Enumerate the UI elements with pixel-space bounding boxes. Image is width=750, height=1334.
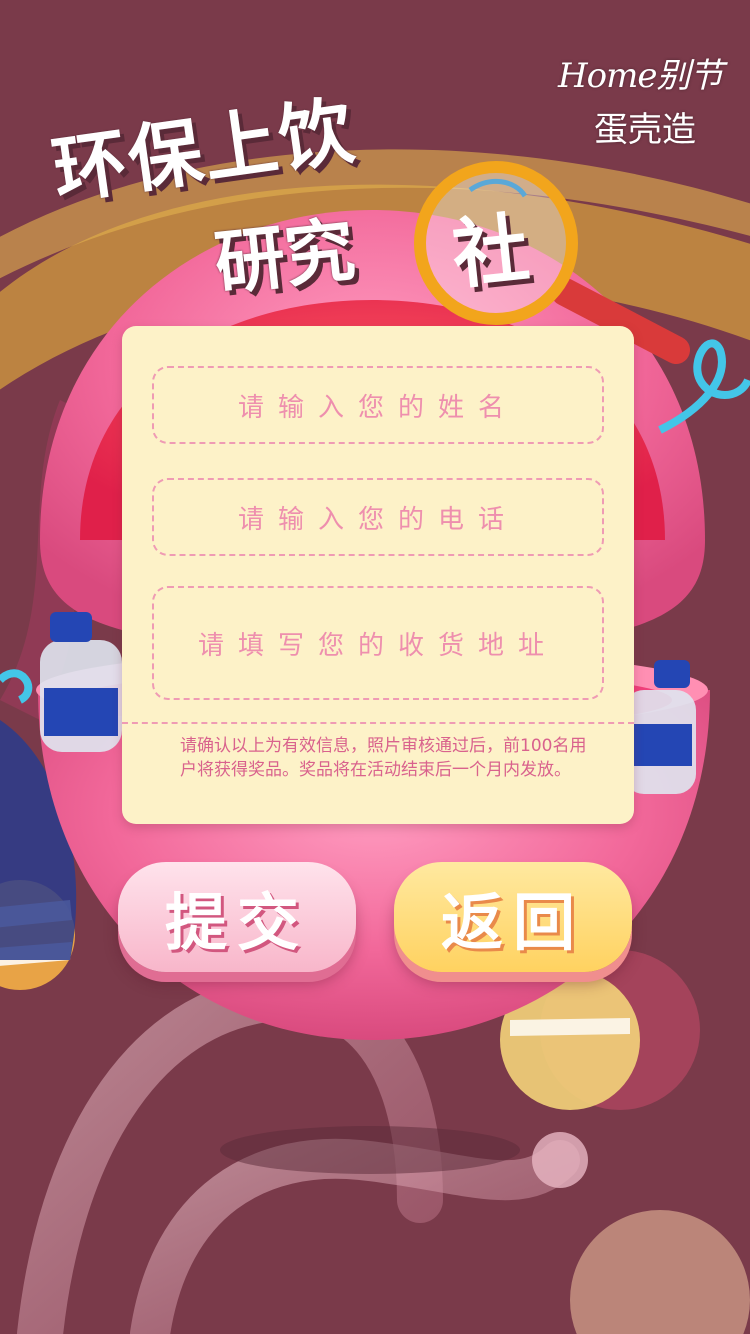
back-button[interactable]: 返回 — [394, 862, 632, 972]
address-placeholder: 请填写您的收货地址 — [197, 630, 558, 661]
name-placeholder: 请输入您的姓名 — [237, 392, 518, 423]
logo-line2: 蛋壳造 — [594, 110, 696, 150]
form-card: 请输入您的姓名 请输入您的电话 请填写您的收货地址 请确认以上为有效信息，照片审… — [122, 326, 634, 824]
page-title-magnified-char: 社 — [448, 203, 534, 300]
divider — [122, 722, 634, 724]
back-button-label: 返回 — [440, 886, 585, 959]
phone-placeholder: 请输入您的电话 — [237, 504, 518, 535]
phone-input[interactable]: 请输入您的电话 — [152, 478, 604, 556]
logo-line1: Home别节 — [558, 56, 723, 96]
water-bottle-icon — [40, 612, 122, 752]
brand-logo: Home别节 蛋壳造 — [550, 30, 730, 170]
address-input[interactable]: 请填写您的收货地址 — [152, 586, 604, 700]
notice-text: 请确认以上为有效信息，照片审核通过后，前100名用户将获得奖品。奖品将在活动结束… — [180, 736, 587, 780]
name-input[interactable]: 请输入您的姓名 — [152, 366, 604, 444]
page-title-line2: 研究 — [211, 208, 359, 306]
submit-button[interactable]: 提交 — [118, 862, 356, 972]
submit-button-label: 提交 — [164, 886, 309, 959]
